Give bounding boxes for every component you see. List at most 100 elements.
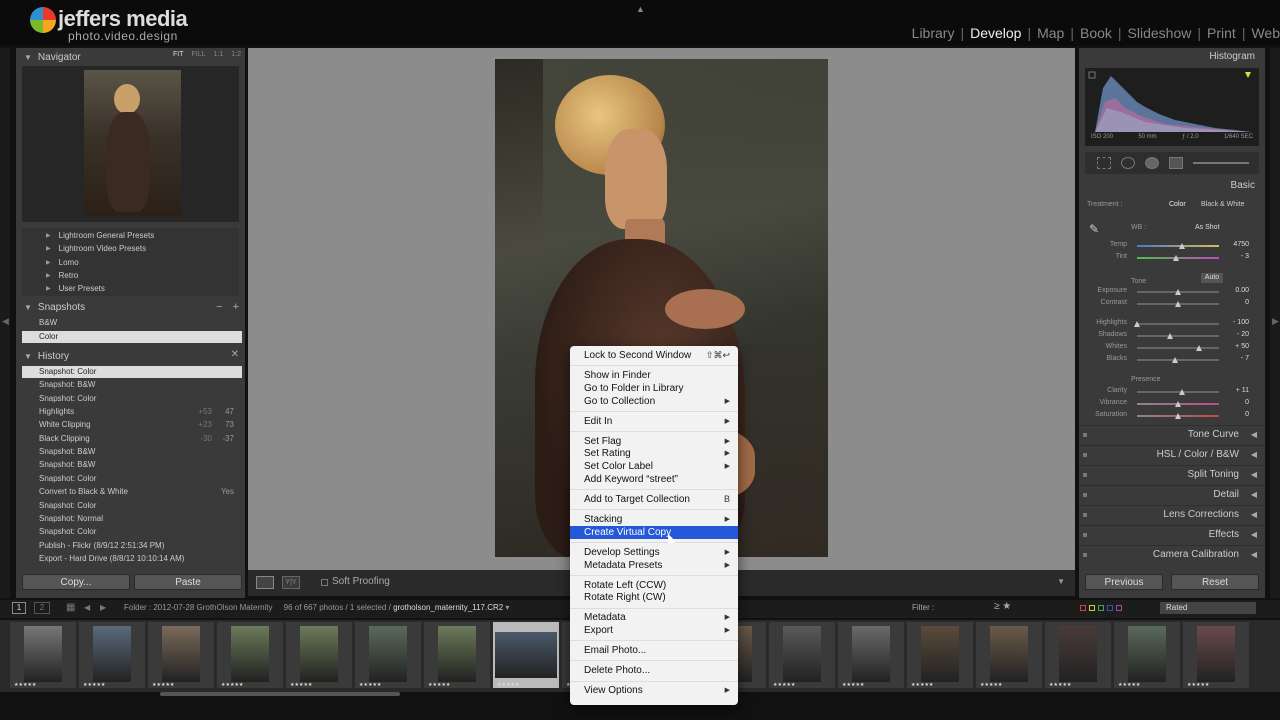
treatment-color[interactable]: Color bbox=[1169, 201, 1186, 208]
slider-value-shadows[interactable]: - 20 bbox=[1221, 331, 1249, 338]
filmstrip-thumbnail[interactable]: ★★★★★ bbox=[10, 622, 76, 688]
slider-value-tint[interactable]: - 3 bbox=[1221, 253, 1249, 260]
zoom-fill[interactable]: FILL bbox=[192, 51, 206, 58]
slider-shadows[interactable] bbox=[1137, 333, 1219, 339]
remove-snapshot-icon[interactable]: − bbox=[216, 301, 222, 313]
menu-item-rotate-left-ccw[interactable]: Rotate Left (CCW) bbox=[570, 579, 738, 592]
history-item[interactable]: Snapshot: B&W bbox=[22, 459, 242, 471]
history-item[interactable]: Snapshot: Color bbox=[22, 393, 242, 405]
slider-knob[interactable] bbox=[1179, 389, 1186, 395]
window-2-button[interactable]: 2 bbox=[34, 602, 50, 614]
filmstrip-thumbnail[interactable]: ★★★★★ bbox=[424, 622, 490, 688]
slider-whites[interactable] bbox=[1137, 345, 1219, 351]
clear-history-icon[interactable]: ✕ bbox=[231, 349, 239, 360]
menu-item-delete-photo[interactable]: Delete Photo... bbox=[570, 664, 738, 677]
filmstrip-thumbnail[interactable]: ★★★★★ bbox=[217, 622, 283, 688]
slider-knob[interactable] bbox=[1175, 413, 1181, 419]
filmstrip-thumbnail[interactable]: ★★★★★ bbox=[148, 622, 214, 688]
red-eye-icon[interactable] bbox=[1145, 157, 1159, 169]
before-after-icon[interactable]: Y|Y bbox=[282, 576, 300, 589]
filmstrip-thumbnail[interactable]: ★★★★★ bbox=[1045, 622, 1111, 688]
slider-knob[interactable] bbox=[1166, 333, 1173, 339]
menu-item-create-virtual-copy[interactable]: Create Virtual Copy bbox=[570, 525, 738, 539]
snapshot-item[interactable]: Color bbox=[22, 330, 242, 343]
panel-header-tone-curve[interactable]: Tone Curve ◀ bbox=[1079, 425, 1265, 443]
menu-item-add-keyword-street[interactable]: Add Keyword “street” bbox=[570, 473, 738, 486]
history-header[interactable]: ▼ History ✕ bbox=[16, 347, 245, 365]
preset-folder[interactable]: ▶ Lightroom General Presets bbox=[46, 231, 154, 240]
slider-value-vibrance[interactable]: 0 bbox=[1221, 399, 1249, 406]
filter-preset-select[interactable]: Rated bbox=[1160, 602, 1256, 614]
slider-knob[interactable] bbox=[1175, 401, 1181, 407]
auto-tone-button[interactable]: Auto bbox=[1201, 273, 1223, 283]
preset-folder[interactable]: ▶ Retro bbox=[46, 271, 78, 280]
panel-switch-icon[interactable] bbox=[1083, 493, 1087, 497]
current-filename[interactable]: grotholson_maternity_117.CR2 bbox=[393, 603, 503, 612]
slider-knob[interactable] bbox=[1179, 243, 1186, 249]
slider-clarity[interactable] bbox=[1137, 389, 1219, 395]
slider-tint[interactable] bbox=[1137, 255, 1219, 261]
treatment-bw[interactable]: Black & White bbox=[1201, 201, 1245, 208]
module-book[interactable]: Book bbox=[1080, 25, 1112, 41]
grid-icon[interactable]: ▦ bbox=[66, 602, 75, 613]
slider-blacks[interactable] bbox=[1137, 357, 1219, 363]
panel-switch-icon[interactable] bbox=[1083, 533, 1087, 537]
panel-switch-icon[interactable] bbox=[1083, 473, 1087, 477]
snapshot-item[interactable]: B&W bbox=[22, 317, 242, 329]
slider-value-clarity[interactable]: + 11 bbox=[1221, 387, 1249, 394]
soft-proofing-checkbox[interactable] bbox=[321, 579, 328, 586]
panel-toggle-top-icon[interactable]: ▲ bbox=[636, 4, 645, 14]
color-label-filter[interactable] bbox=[1080, 605, 1122, 611]
left-panel-toggle-icon[interactable]: ◀ bbox=[2, 316, 9, 327]
slider-value-exposure[interactable]: 0.00 bbox=[1221, 287, 1249, 294]
history-item[interactable]: Convert to Black & White Yes bbox=[22, 486, 242, 498]
menu-item-metadata-presets[interactable]: Metadata Presets ▶ bbox=[570, 559, 738, 572]
slider-temp[interactable] bbox=[1137, 243, 1219, 249]
panel-switch-icon[interactable] bbox=[1083, 553, 1087, 557]
rating-filter-icon[interactable]: ≥ ★ bbox=[994, 601, 1011, 612]
spot-removal-icon[interactable] bbox=[1121, 157, 1135, 169]
slider-saturation[interactable] bbox=[1137, 413, 1219, 419]
panel-switch-icon[interactable] bbox=[1083, 513, 1087, 517]
panel-header-hsl-color-b-w[interactable]: HSL / Color / B&W ◀ bbox=[1079, 445, 1265, 463]
reset-button[interactable]: Reset bbox=[1171, 574, 1259, 590]
history-item[interactable]: Export - Hard Drive (8/8/12 10:10:14 AM) bbox=[22, 553, 242, 565]
menu-item-set-color-label[interactable]: Set Color Label ▶ bbox=[570, 460, 738, 473]
history-item[interactable]: Snapshot: Normal bbox=[22, 513, 242, 525]
module-map[interactable]: Map bbox=[1037, 25, 1064, 41]
slider-value-saturation[interactable]: 0 bbox=[1221, 411, 1249, 418]
filmstrip-thumbnail[interactable]: ★★★★★ bbox=[79, 622, 145, 688]
zoom-1-1[interactable]: 1:1 bbox=[214, 51, 224, 58]
forward-arrow-icon[interactable]: ▶ bbox=[100, 603, 106, 612]
histogram-title[interactable]: Histogram bbox=[1209, 51, 1255, 62]
basic-panel-title[interactable]: Basic bbox=[1231, 180, 1255, 191]
preset-folder[interactable]: ▶ Lightroom Video Presets bbox=[46, 244, 146, 253]
history-item[interactable]: Snapshot: Color bbox=[22, 366, 242, 378]
menu-item-export[interactable]: Export ▶ bbox=[570, 624, 738, 637]
module-library[interactable]: Library bbox=[912, 25, 955, 41]
history-item[interactable]: White Clipping +23 73 bbox=[22, 419, 242, 431]
history-item[interactable]: Highlights +53 47 bbox=[22, 406, 242, 418]
panel-header-camera-calibration[interactable]: Camera Calibration ◀ bbox=[1079, 545, 1265, 563]
navigator-thumbnail[interactable] bbox=[84, 70, 181, 216]
panel-header-detail[interactable]: Detail ◀ bbox=[1079, 485, 1265, 503]
slider-highlights[interactable] bbox=[1134, 321, 1219, 327]
window-1-button[interactable]: 1 bbox=[12, 602, 26, 614]
slider-knob[interactable] bbox=[1175, 289, 1181, 295]
menu-item-view-options[interactable]: View Options ▶ bbox=[570, 684, 738, 697]
slider-value-contrast[interactable]: 0 bbox=[1221, 299, 1249, 306]
zoom-fit[interactable]: FIT bbox=[173, 51, 184, 58]
slider-knob[interactable] bbox=[1134, 321, 1140, 327]
slider-vibrance[interactable] bbox=[1137, 401, 1219, 407]
menu-item-metadata[interactable]: Metadata ▶ bbox=[570, 611, 738, 624]
slider-knob[interactable] bbox=[1175, 301, 1181, 307]
panel-switch-icon[interactable] bbox=[1083, 433, 1087, 437]
menu-item-show-in-finder[interactable]: Show in Finder bbox=[570, 369, 738, 382]
history-item[interactable]: Snapshot: B&W bbox=[22, 379, 242, 391]
menu-item-go-to-collection[interactable]: Go to Collection ▶ bbox=[570, 395, 738, 408]
slider-contrast[interactable] bbox=[1137, 301, 1219, 307]
menu-item-set-rating[interactable]: Set Rating ▶ bbox=[570, 447, 738, 460]
module-web[interactable]: Web bbox=[1251, 25, 1280, 41]
slider-knob[interactable] bbox=[1195, 345, 1202, 351]
slider-value-blacks[interactable]: - 7 bbox=[1221, 355, 1249, 362]
